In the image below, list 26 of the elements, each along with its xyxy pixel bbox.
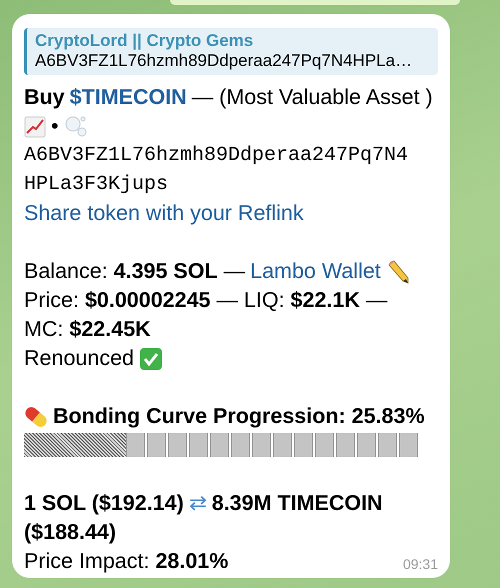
message-text: Buy: [24, 84, 65, 111]
message-text: MC: $22.45K: [24, 316, 151, 343]
token-address: A6BV3FZ1L76hzmh89Ddperaa247Pq7N4HPLa3F3Kjups: [24, 143, 408, 198]
message-text: Price: $0.00002245 — LIQ: $22.1K —: [24, 287, 388, 314]
message-text: Renounced: [24, 345, 134, 372]
message-text: Price Impact: 28.01%: [24, 548, 228, 575]
check-icon: [138, 346, 163, 370]
reply-preview: A6BV3FZ1L76hzmh89Ddperaa247Pq7N4HPLa…: [35, 51, 414, 71]
bubbles-icon: [64, 114, 88, 138]
message-text: 8.39M TIMECOIN: [212, 490, 383, 517]
link[interactable]: Share token with your Reflink: [24, 199, 304, 228]
chart-icon: [24, 116, 46, 138]
message-time: 09:31: [402, 555, 438, 574]
message-text: Bonding Curve Progression: 25.83%: [53, 403, 425, 430]
link[interactable]: $TIMECOIN: [70, 83, 187, 112]
pill-icon: [24, 404, 48, 428]
message-text: Balance: 4.395 SOL —: [24, 258, 246, 285]
message-text: ($188.44): [24, 519, 116, 546]
reply-author: CryptoLord || Crypto Gems: [35, 31, 254, 51]
pencil-icon: [386, 260, 410, 284]
message-text: 1 SOL ($192.14): [24, 490, 184, 517]
reply-quote[interactable]: CryptoLord || Crypto Gems A6BV3FZ1L76hzmh89Ddperaa247Pq7N4HPLa…: [24, 28, 438, 75]
exchange-arrows: ⇄: [188, 490, 207, 517]
message-text: •: [51, 113, 59, 140]
message-text: — (Most Valuable Asset ): [192, 84, 433, 111]
link[interactable]: Lambo Wallet: [250, 257, 381, 286]
